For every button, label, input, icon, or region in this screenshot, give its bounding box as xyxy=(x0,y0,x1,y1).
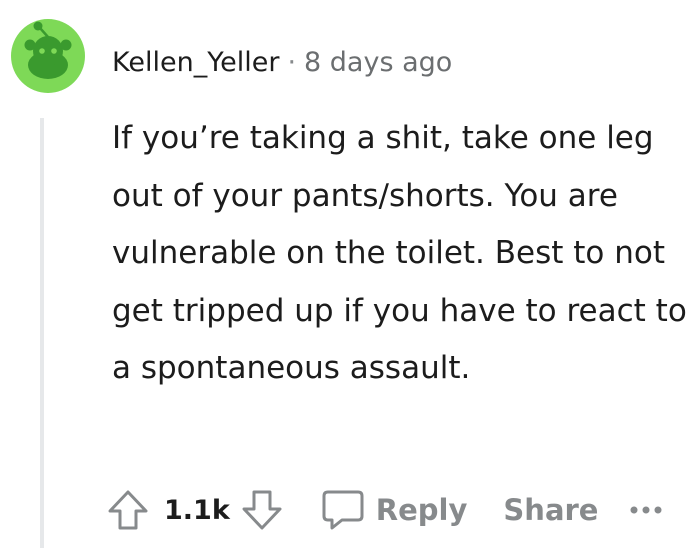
vote-score: 1.1k xyxy=(164,494,230,526)
comment-body: If you’re taking a shit, take one leg ou… xyxy=(112,110,687,398)
ellipsis-icon[interactable] xyxy=(628,500,668,520)
comment-header: Kellen_Yeller · 8 days ago xyxy=(112,42,452,82)
reply-label: Reply xyxy=(375,493,468,527)
timestamp[interactable]: 8 days ago xyxy=(304,47,452,78)
avatar[interactable] xyxy=(10,18,86,94)
share-button[interactable]: Share xyxy=(503,493,598,527)
reddit-snoo-avatar-icon xyxy=(11,19,85,93)
reply-button[interactable]: Reply xyxy=(318,488,468,532)
downvote-arrow-icon[interactable] xyxy=(240,488,284,532)
speech-bubble-icon xyxy=(318,488,366,532)
upvote-arrow-icon[interactable] xyxy=(106,488,150,532)
meta-separator: · xyxy=(287,46,297,78)
comment-actions: 1.1k Reply Share xyxy=(106,484,668,536)
comment-text: If you’re taking a shit, take one leg ou… xyxy=(112,120,687,386)
thread-collapse-line[interactable] xyxy=(40,118,44,548)
username-link[interactable]: Kellen_Yeller xyxy=(112,47,279,78)
